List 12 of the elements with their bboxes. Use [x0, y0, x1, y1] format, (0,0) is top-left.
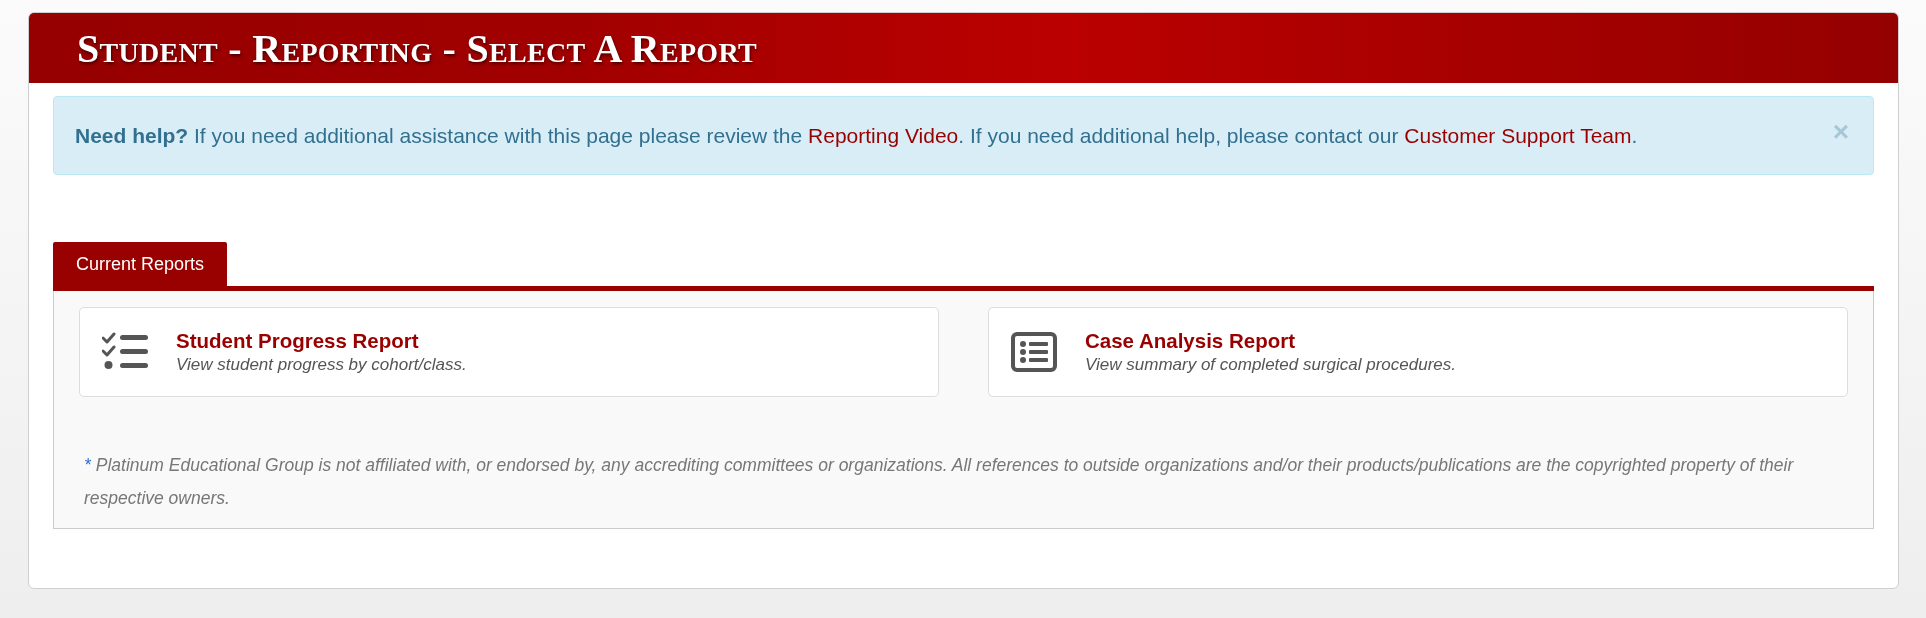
report-title-link[interactable]: Case Analysis Report — [1085, 329, 1295, 353]
report-title-link[interactable]: Student Progress Report — [176, 329, 419, 353]
list-icon — [1011, 332, 1057, 372]
checklist-icon — [102, 332, 148, 372]
help-message: Need help? If you need additional assistance with this page please review the Reporting Video. If you need additional help, please contact our Customer Support Team. — [75, 122, 1638, 149]
text-link[interactable]: Customer Support Team — [1404, 123, 1632, 147]
disclaimer-text: * Platinum Educational Group is not affiliated with, or endorsed by, any accrediting committees or organizations. All references to outside organizations and/or their products/publications are the copyrighted property of their respective owners. — [84, 454, 1795, 510]
report-description: View student progress by cohort/class. — [176, 355, 467, 375]
report-description: View summary of completed surgical procedures. — [1085, 355, 1456, 375]
text-link[interactable]: Reporting Video — [808, 123, 959, 147]
tab[interactable]: Current Reports — [53, 242, 228, 286]
page-title: Student - Reporting - Select A Report — [77, 24, 757, 72]
